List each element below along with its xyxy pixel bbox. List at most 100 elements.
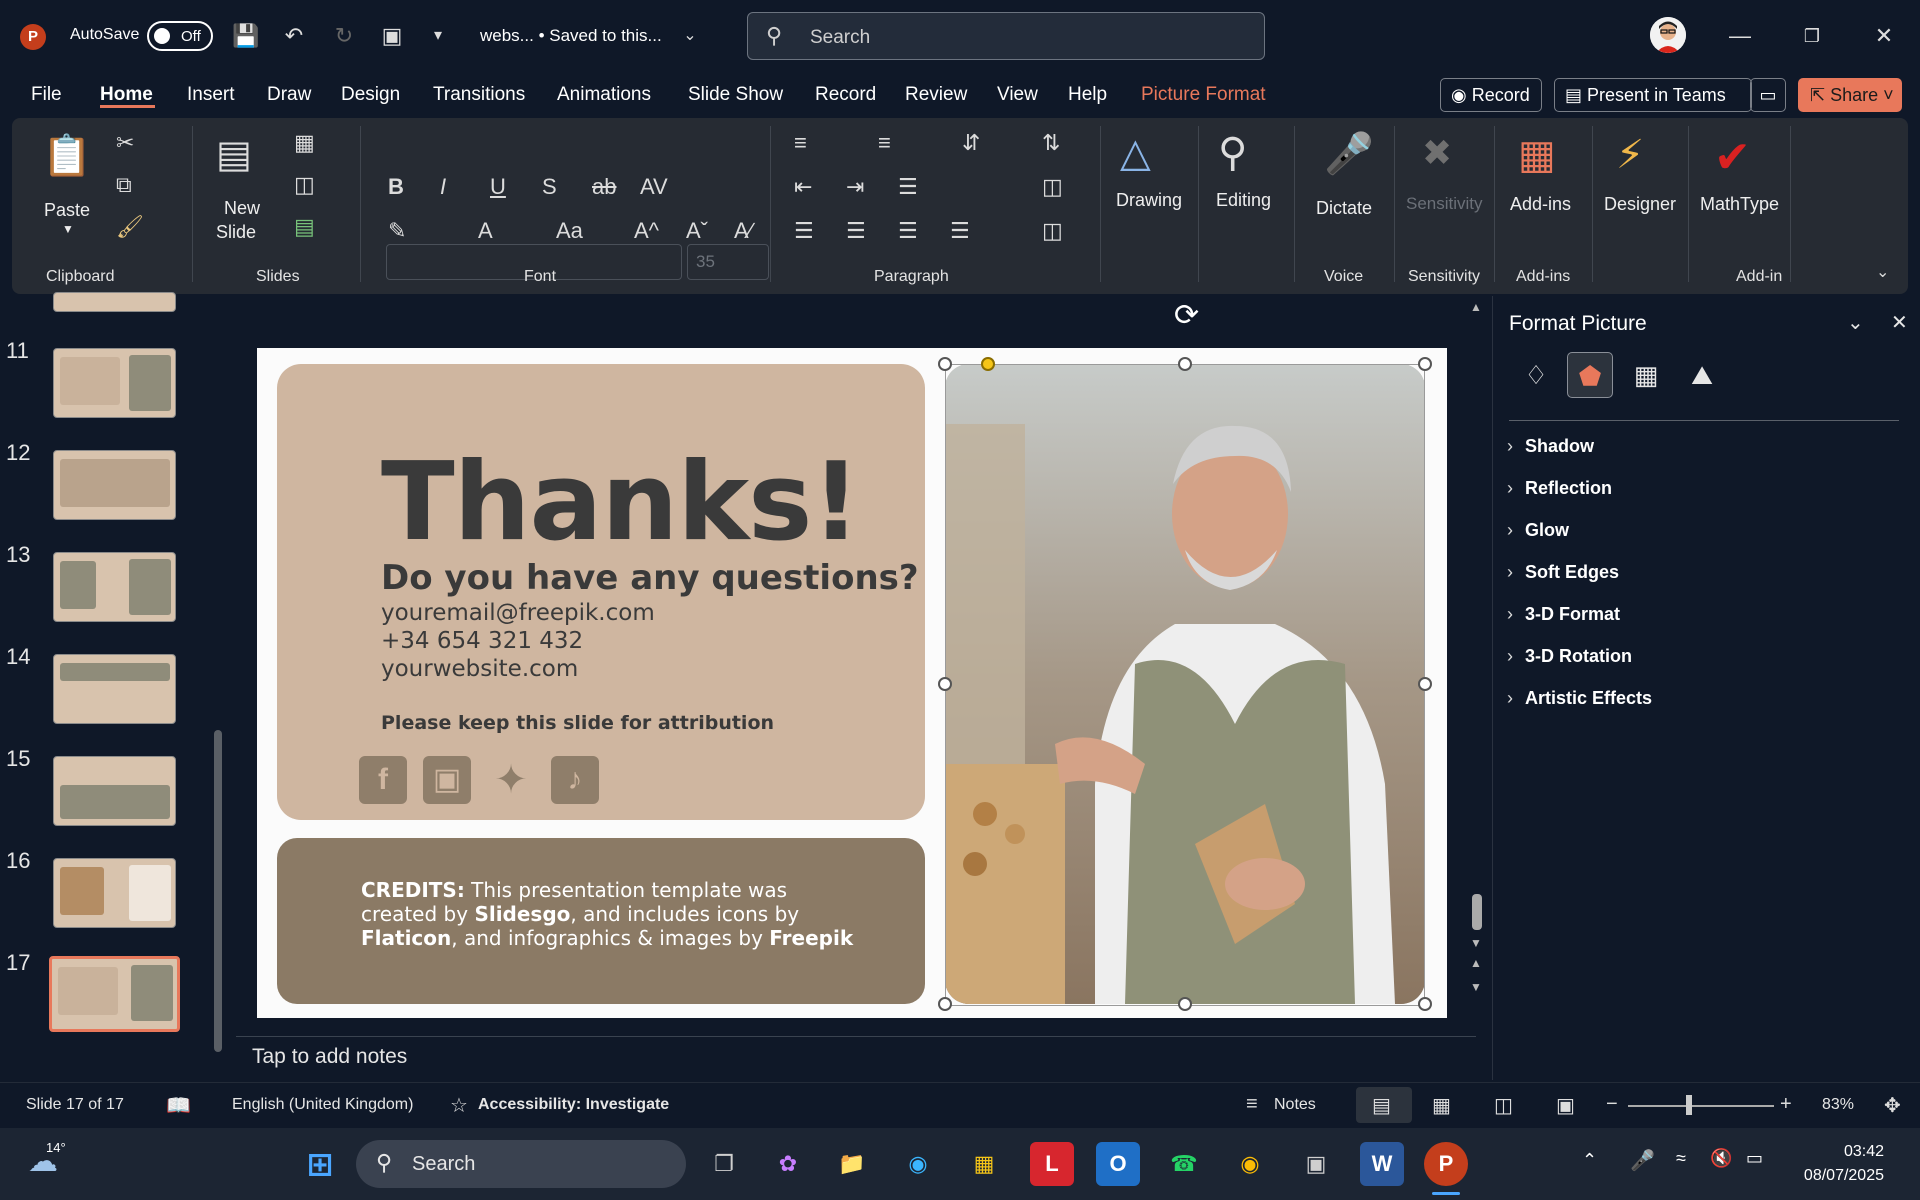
- align-center-icon[interactable]: ☰: [846, 218, 866, 244]
- notes-button[interactable]: Notes: [1274, 1096, 1316, 1114]
- paste-icon[interactable]: 📋: [42, 132, 92, 179]
- resize-handle[interactable]: [1178, 357, 1192, 371]
- rotate-handle-icon[interactable]: ⟳: [1174, 298, 1199, 333]
- section-shadow[interactable]: › Shadow: [1507, 436, 1594, 457]
- slide-thumbnail-selected[interactable]: [49, 956, 180, 1032]
- facebook-icon[interactable]: f: [359, 756, 407, 804]
- thanks-card[interactable]: Thanks! Do you have any questions? youre…: [277, 364, 925, 820]
- undo-icon[interactable]: ↶: [280, 22, 308, 50]
- twitter-icon[interactable]: ✦: [487, 756, 535, 804]
- tab-animations[interactable]: Animations: [557, 84, 651, 106]
- slide-count[interactable]: Slide 17 of 17: [26, 1096, 124, 1114]
- autosave-toggle[interactable]: Off: [147, 21, 213, 51]
- section-artistic-effects[interactable]: › Artistic Effects: [1507, 688, 1652, 709]
- notes-area[interactable]: Tap to add notes: [236, 1036, 1476, 1074]
- instagram-icon[interactable]: ▣: [423, 756, 471, 804]
- zoom-in-icon[interactable]: +: [1780, 1093, 1792, 1116]
- resize-handle[interactable]: [1178, 997, 1192, 1011]
- size-properties-tab-icon[interactable]: ▦: [1623, 352, 1669, 398]
- customize-qat-icon[interactable]: ▾: [424, 22, 452, 50]
- spelling-check-icon[interactable]: 📖: [166, 1093, 191, 1118]
- copy-icon[interactable]: ⧉: [116, 172, 132, 198]
- search-box[interactable]: ⚲ Search: [747, 12, 1265, 60]
- volume-muted-icon[interactable]: 🔇: [1710, 1148, 1732, 1169]
- copilot-icon[interactable]: ✿: [766, 1142, 810, 1186]
- section-glow[interactable]: › Glow: [1507, 520, 1569, 541]
- zoom-out-icon[interactable]: −: [1606, 1093, 1618, 1116]
- section-icon[interactable]: ▤: [294, 214, 315, 240]
- file-explorer-icon[interactable]: 📁: [830, 1142, 874, 1186]
- clock[interactable]: 03:42 08/07/2025: [1804, 1140, 1884, 1188]
- paste-chevron-icon[interactable]: ▼: [62, 222, 74, 236]
- present-from-start-icon[interactable]: ▣: [378, 22, 406, 50]
- resize-handle[interactable]: [938, 357, 952, 371]
- line-spacing-icon[interactable]: ⇵: [962, 130, 980, 156]
- comments-button[interactable]: ▭: [1750, 78, 1786, 112]
- section-3d-format[interactable]: › 3-D Format: [1507, 604, 1620, 625]
- scroll-up-icon[interactable]: ▲: [1470, 300, 1482, 314]
- add-ins-icon[interactable]: ▦: [1518, 132, 1556, 178]
- new-slide-icon[interactable]: ▤: [216, 132, 252, 177]
- slide-thumbnail[interactable]: [53, 756, 176, 826]
- new-slide-label-1[interactable]: New: [224, 198, 260, 219]
- thumbnails-scrollbar[interactable]: [214, 300, 222, 1062]
- clear-formatting-icon[interactable]: A∕: [734, 218, 752, 244]
- adjust-handle[interactable]: [981, 357, 995, 371]
- share-button[interactable]: ⇱ Share ˅: [1798, 78, 1902, 112]
- edge-icon[interactable]: ◉: [896, 1142, 940, 1186]
- accessibility-icon[interactable]: ☆: [450, 1093, 468, 1118]
- avatar[interactable]: [1650, 17, 1686, 53]
- pane-options-chevron-icon[interactable]: ⌄: [1847, 310, 1864, 335]
- tab-help[interactable]: Help: [1068, 84, 1107, 106]
- tab-view[interactable]: View: [997, 84, 1038, 106]
- editor-scrollbar[interactable]: ▲ ▼ ▲ ▼: [1470, 300, 1488, 1070]
- wifi-icon[interactable]: ≈: [1676, 1148, 1686, 1169]
- tab-insert[interactable]: Insert: [187, 84, 235, 106]
- align-right-icon[interactable]: ☰: [898, 218, 918, 244]
- new-slide-label-2[interactable]: Slide: [216, 222, 256, 243]
- contact-website[interactable]: yourwebsite.com: [381, 656, 578, 682]
- next-slide-icon[interactable]: ▼: [1470, 980, 1482, 994]
- character-spacing-icon[interactable]: AV: [640, 174, 668, 200]
- tab-slide-show[interactable]: Slide Show: [688, 84, 783, 106]
- contact-email[interactable]: youremail@freepik.com: [381, 600, 655, 626]
- scroll-down-icon[interactable]: ▼: [1470, 936, 1482, 950]
- minimize-icon[interactable]: —: [1720, 18, 1760, 54]
- word-icon[interactable]: W: [1360, 1142, 1404, 1186]
- slide-show-icon[interactable]: ▣: [1556, 1093, 1575, 1118]
- slide-title[interactable]: Thanks!: [381, 440, 861, 565]
- contact-phone[interactable]: +34 654 321 432: [381, 628, 583, 654]
- add-ins-label[interactable]: Add-ins: [1510, 194, 1571, 215]
- tab-picture-format[interactable]: Picture Format: [1141, 84, 1266, 106]
- app-l-icon[interactable]: L: [1030, 1142, 1074, 1186]
- tab-home[interactable]: Home: [100, 84, 153, 106]
- app-cube-icon[interactable]: ▣: [1294, 1142, 1338, 1186]
- reading-view-icon[interactable]: ◫: [1494, 1093, 1513, 1118]
- drawing-icon[interactable]: △: [1120, 130, 1151, 176]
- picture-tab-icon[interactable]: ⛰: [1679, 352, 1725, 398]
- section-3d-rotation[interactable]: › 3-D Rotation: [1507, 646, 1632, 667]
- restore-icon[interactable]: ❐: [1792, 18, 1832, 54]
- slide-thumbnail[interactable]: [53, 292, 176, 312]
- reset-icon[interactable]: ◫: [294, 172, 315, 198]
- paste-label[interactable]: Paste: [44, 200, 90, 221]
- credits-text[interactable]: CREDITS: This presentation template was …: [361, 878, 861, 950]
- start-icon[interactable]: ⊞: [298, 1142, 342, 1186]
- tab-draw[interactable]: Draw: [267, 84, 311, 106]
- designer-icon[interactable]: ⚡: [1616, 132, 1644, 178]
- tab-file[interactable]: File: [31, 84, 62, 106]
- outlook-icon[interactable]: O: [1096, 1142, 1140, 1186]
- cut-icon[interactable]: ✂: [116, 130, 134, 156]
- justify-icon[interactable]: ☰: [950, 218, 970, 244]
- slide-sorter-icon[interactable]: ▦: [1432, 1093, 1451, 1118]
- battery-icon[interactable]: ▭: [1746, 1148, 1763, 1169]
- fill-line-tab-icon[interactable]: ♢: [1513, 352, 1559, 398]
- align-left-icon[interactable]: ☰: [794, 218, 814, 244]
- designer-label[interactable]: Designer: [1604, 194, 1676, 215]
- whatsapp-icon[interactable]: ☎: [1162, 1142, 1206, 1186]
- tab-transitions[interactable]: Transitions: [433, 84, 525, 106]
- tab-review[interactable]: Review: [905, 84, 967, 106]
- text-direction-icon[interactable]: ⇅: [1042, 130, 1060, 156]
- document-title[interactable]: webs... • Saved to this...: [480, 26, 662, 46]
- record-button[interactable]: ◉ Record: [1440, 78, 1542, 112]
